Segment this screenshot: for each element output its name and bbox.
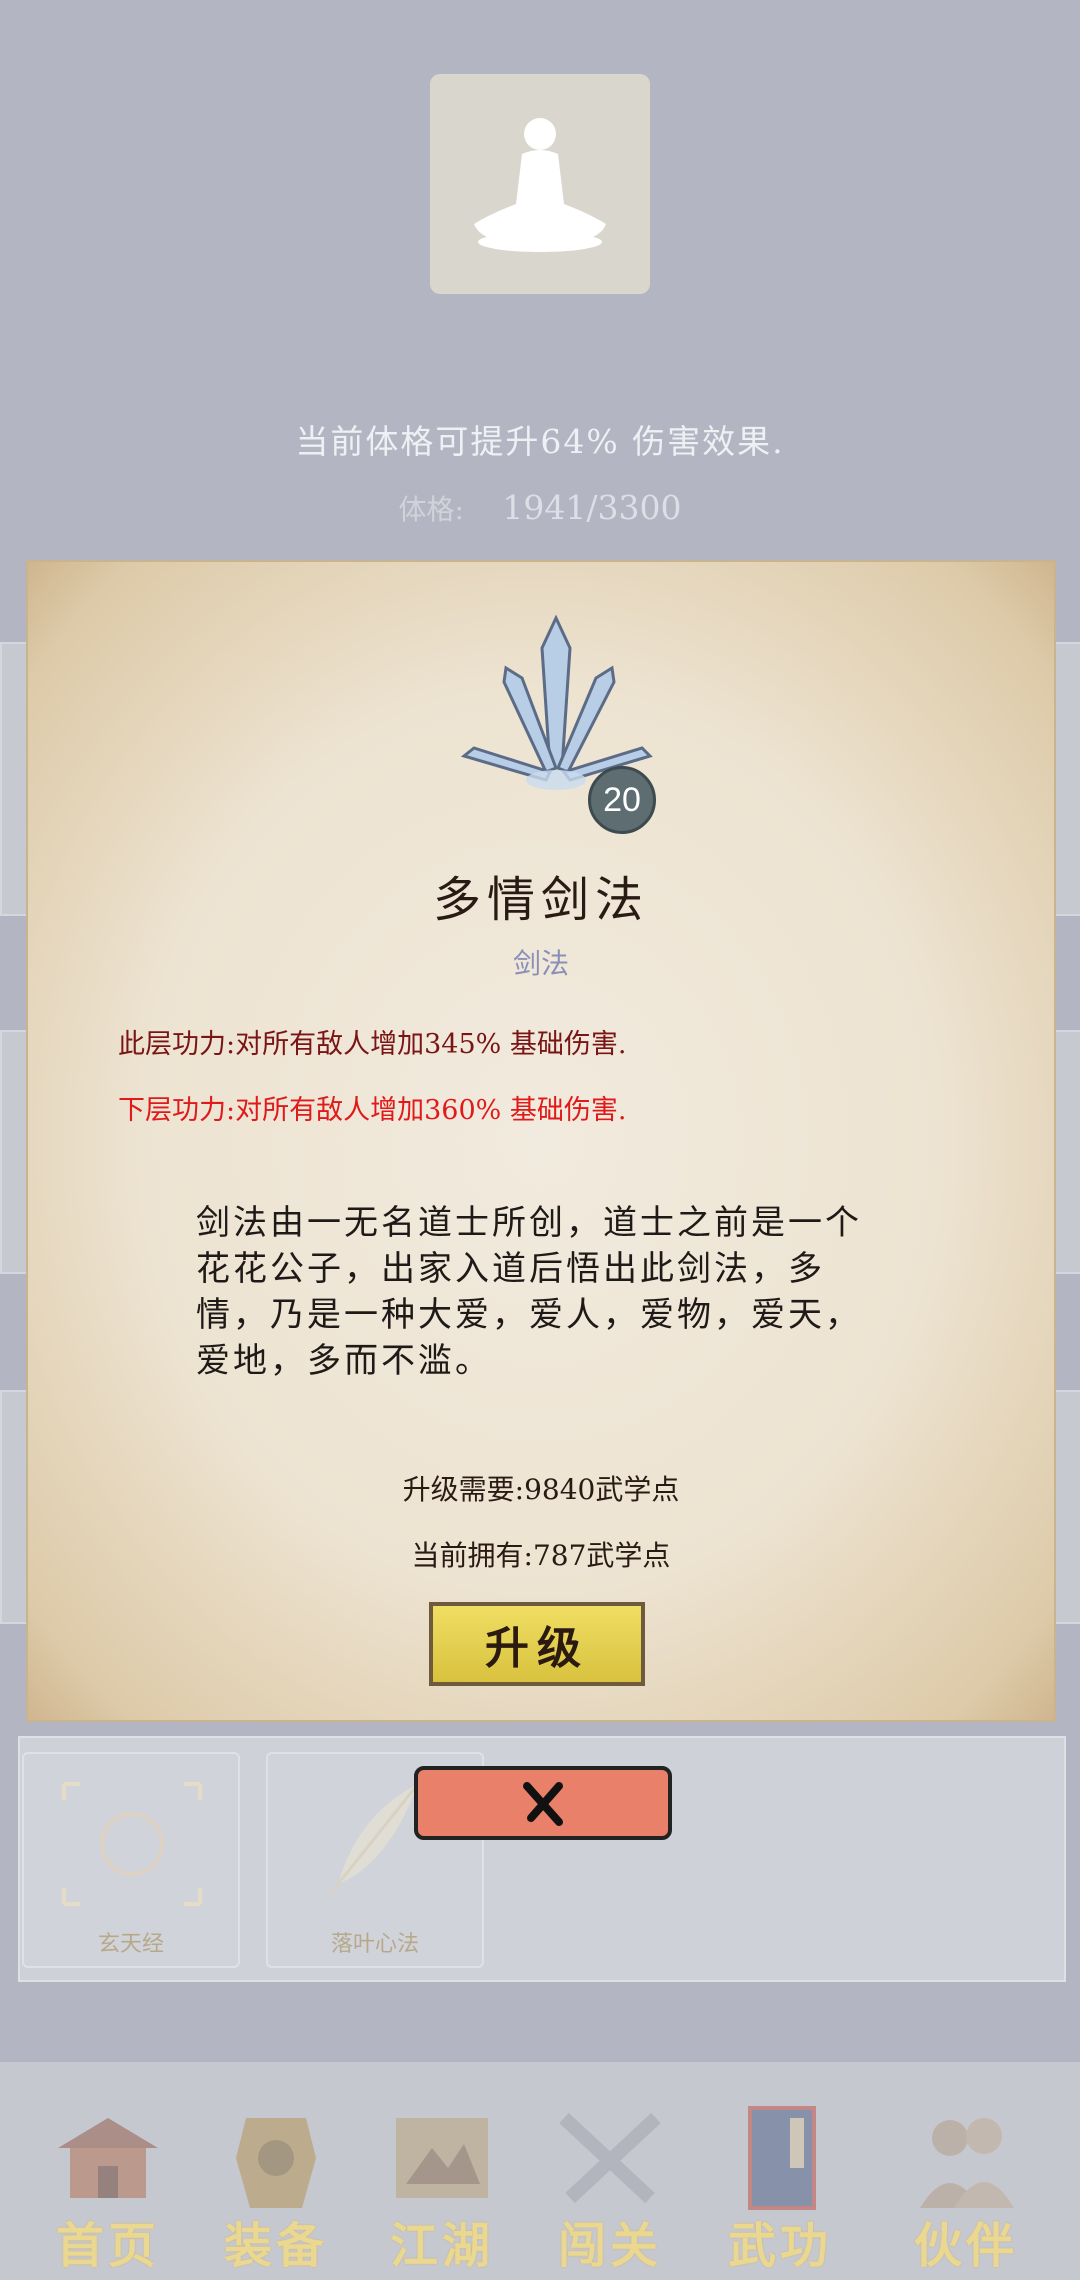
constitution-value: 1941/3300 (502, 488, 682, 527)
nav-martial-arts-label: 武功 (727, 2218, 832, 2274)
meditation-avatar (430, 74, 650, 294)
upgrade-requirement: 升级需要:9840武学点 (402, 1473, 680, 1506)
meditation-icon (474, 118, 606, 252)
nav-equipment[interactable]: 装备 (196, 2098, 356, 2274)
constitution-bonus-text: 当前体格可提升64% 伤害效果. (295, 422, 785, 461)
nav-martial-arts[interactable]: 武功 (700, 2098, 860, 2274)
xuantian-scripture-icon (62, 1782, 202, 1906)
nav-equipment-label: 装备 (223, 2218, 328, 2274)
underlying-panel-right (1052, 642, 1080, 916)
skill-detail-card: 20 多情剑法 剑法 此层功力:对所有敌人增加345% 基础伤害. 下层功力:对… (26, 560, 1056, 1722)
skill-level-badge: 20 (588, 766, 656, 834)
current-level-effect: 此层功力:对所有敌人增加345% 基础伤害. (118, 1029, 627, 1060)
temple-icon (58, 2118, 158, 2198)
nav-partners[interactable]: 伙伴 (886, 2098, 1046, 2274)
manual-book-icon (748, 2106, 816, 2210)
constitution-label: 体格: (398, 493, 464, 526)
nav-challenge-label: 闯关 (557, 2218, 662, 2274)
skill-description: 剑法由一无名道士所创，道士之前是一个花花公子，出家入道后悟出此剑法，多情，乃是一… (196, 1203, 862, 1381)
underlying-panel-right-3 (1052, 1390, 1080, 1624)
skill-name: 多情剑法 (432, 872, 649, 928)
nav-jianghu-label: 江湖 (389, 2218, 494, 2274)
crossed-swords-icon (559, 2112, 661, 2204)
close-icon (523, 1782, 563, 1826)
skill-slot-label: 玄天经 (97, 1932, 164, 1957)
upgrade-button[interactable]: 升级 (429, 1602, 645, 1686)
bottom-navigation: 首页 装备 江湖 闯关 武功 伙伴 (0, 2062, 1080, 2280)
underlying-panel-left-2 (0, 1030, 28, 1274)
nav-challenge[interactable]: 闯关 (530, 2098, 690, 2274)
underlying-panel-left (0, 642, 28, 916)
map-scroll-icon (396, 2118, 488, 2198)
underlying-panel-right-2 (1052, 1030, 1080, 1274)
skill-type: 剑法 (512, 947, 569, 980)
close-button[interactable] (414, 1766, 672, 1840)
nav-home-label: 首页 (55, 2218, 160, 2274)
armor-icon (236, 2118, 316, 2208)
nav-jianghu[interactable]: 江湖 (362, 2098, 522, 2274)
skill-slot-label: 落叶心法 (330, 1932, 419, 1957)
constitution-stat: 体格: 1941/3300 (0, 488, 1080, 528)
current-points: 当前拥有:787武学点 (411, 1539, 671, 1572)
underlying-panel-left-3 (0, 1390, 28, 1624)
skill-slot[interactable]: 玄天经 (22, 1752, 240, 1968)
partners-icon (920, 2118, 1014, 2208)
next-level-effect: 下层功力:对所有敌人增加360% 基础伤害. (118, 1095, 627, 1126)
upgrade-button-label: 升级 (485, 1623, 589, 1674)
nav-home[interactable]: 首页 (28, 2098, 188, 2274)
nav-partners-label: 伙伴 (913, 2218, 1018, 2274)
